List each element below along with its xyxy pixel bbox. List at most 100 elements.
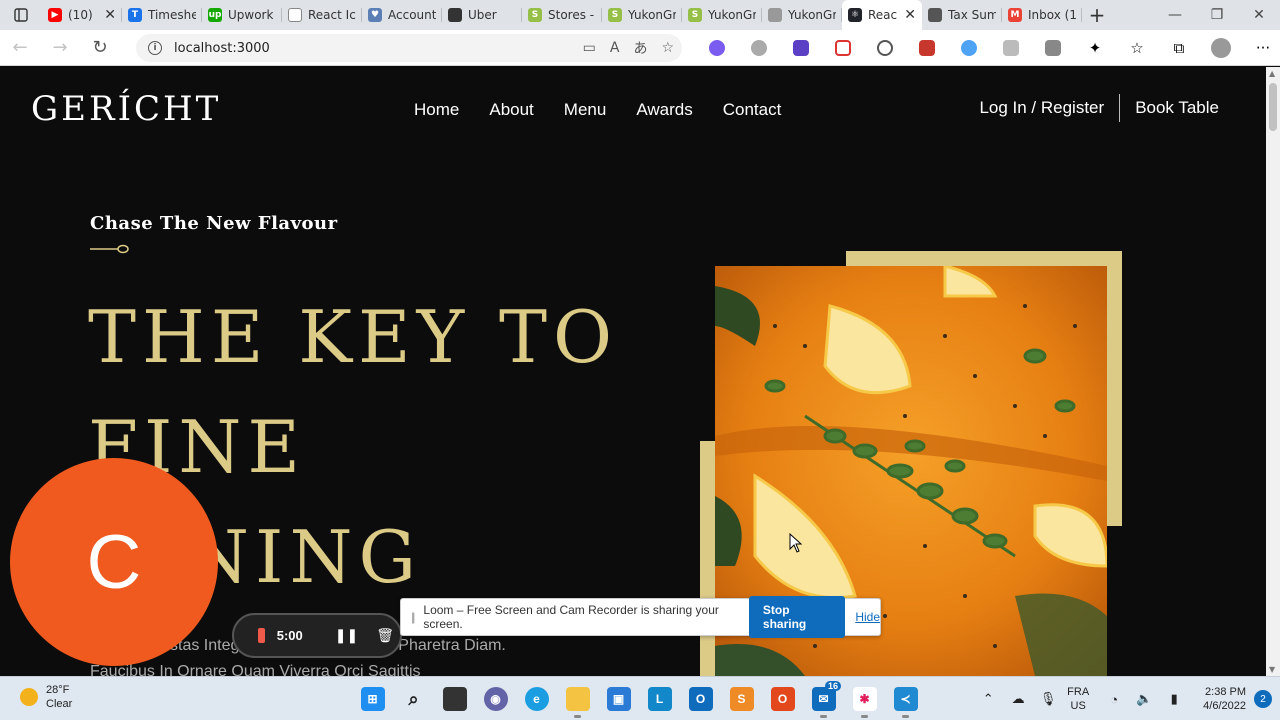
slack-icon[interactable]: ✱ [844, 677, 885, 720]
l-app-icon[interactable]: L [639, 677, 680, 720]
extension-game-icon[interactable] [906, 40, 948, 56]
favorites-icon[interactable]: ☆ [1116, 39, 1158, 57]
browser-tab[interactable]: up Upwork [202, 0, 282, 30]
close-tab-icon[interactable]: ✕ [904, 7, 916, 23]
settings-menu-icon[interactable]: ··· [1242, 39, 1280, 57]
weather-widget[interactable]: 28°F Clear [20, 683, 72, 711]
start-button[interactable]: ⊞ [352, 677, 393, 720]
language-indicator[interactable]: FRA US [1067, 685, 1089, 713]
favorite-star-icon[interactable]: ☆ [661, 40, 674, 56]
hero-subheading: Chase The New Flavour [90, 213, 338, 234]
trash-icon[interactable]: 🗑 [376, 627, 394, 644]
notification-badge[interactable]: 2 [1254, 690, 1272, 708]
extensions-puzzle-icon[interactable]: ✦ [1074, 39, 1116, 57]
clock[interactable]: 2:38 PM 4/6/2022 [1203, 685, 1246, 713]
extension-dots-icon[interactable] [948, 40, 990, 56]
login-register-link[interactable]: Log In / Register [979, 98, 1104, 118]
site-logo[interactable]: GERÍCHT [31, 89, 221, 129]
extension-colorful-icon[interactable] [696, 40, 738, 56]
loom-camera-bubble[interactable]: C [10, 458, 218, 666]
edge-browser-icon[interactable]: e [516, 677, 557, 720]
browser-tab[interactable]: ♥ Account [362, 0, 442, 30]
nav-awards[interactable]: Awards [636, 100, 692, 120]
address-text[interactable]: localhost:3000 [174, 41, 270, 56]
nav-contact[interactable]: Contact [723, 100, 782, 120]
translate-icon[interactable]: あ [633, 38, 647, 58]
drag-handle-icon[interactable]: || [401, 610, 423, 624]
site-info-icon[interactable]: i [148, 41, 162, 55]
collections-icon[interactable]: ⧉ [1158, 39, 1200, 57]
hide-sharing-bar-link[interactable]: Hide [855, 610, 880, 624]
tab-list: ▶ (10) ✕ T Timeshe up Upwork React Ico ♥ Account U… [42, 0, 1082, 30]
teams-chat-icon[interactable]: ◉ [475, 677, 516, 720]
new-tab-button[interactable]: + [1082, 3, 1112, 27]
sublime-icon[interactable]: S [721, 677, 762, 720]
close-tab-icon[interactable]: ✕ [104, 7, 116, 23]
outlook-icon[interactable]: O [680, 677, 721, 720]
refresh-button[interactable]: ↻ [80, 30, 120, 66]
file-explorer-icon[interactable] [557, 677, 598, 720]
vscode-icon[interactable]: ≺ [885, 677, 926, 720]
extension-bird-icon[interactable] [738, 40, 780, 56]
read-aloud-icon[interactable]: A [610, 40, 620, 56]
browser-tab-strip: ▶ (10) ✕ T Timeshe up Upwork React Ico ♥ Account U… [0, 0, 1280, 30]
battery-icon[interactable]: ▮ [1159, 691, 1189, 707]
browser-tab[interactable]: S Stores - S [522, 0, 602, 30]
pause-icon[interactable]: ❚❚ [335, 627, 358, 644]
tab-title: YukonGr [788, 8, 836, 22]
forward-button[interactable]: → [40, 30, 80, 66]
browser-tab[interactable]: ▶ (10) ✕ [42, 0, 122, 30]
nav-menu[interactable]: Menu [564, 100, 607, 120]
restore-button[interactable]: ❐ [1196, 0, 1238, 30]
extension-badge-icon[interactable] [780, 40, 822, 56]
store-icon[interactable]: ▣ [598, 677, 639, 720]
browser-tab[interactable]: S YukonGr [682, 0, 762, 30]
tab-actions-icon[interactable] [0, 0, 42, 30]
search-icon[interactable]: ⌕ [393, 677, 434, 720]
network-cloud-icon[interactable]: ☁ [1003, 691, 1033, 707]
extension-circle-icon[interactable] [864, 40, 906, 56]
chevron-up-icon[interactable]: ⌃ [973, 691, 1003, 707]
scroll-down-icon[interactable]: ▼ [1269, 665, 1275, 674]
address-bar[interactable]: i localhost:3000 ▭ A あ ☆ [136, 34, 682, 62]
extension-bag-icon[interactable] [990, 40, 1032, 56]
profile-avatar-icon[interactable] [1200, 38, 1242, 58]
browser-tab[interactable]: T Timeshe [122, 0, 202, 30]
browser-tab[interactable]: Uber [442, 0, 522, 30]
nav-home[interactable]: Home [414, 100, 459, 120]
microphone-icon[interactable]: 🎙 [1033, 691, 1063, 707]
volume-icon[interactable]: 🔈 [1129, 691, 1159, 707]
site-nav: Home About Menu Awards Contact [414, 100, 781, 120]
extension-red-icon[interactable] [822, 40, 864, 56]
task-view-icon[interactable] [434, 677, 475, 720]
page-scrollbar[interactable]: ▲ ▼ [1266, 67, 1280, 676]
browser-tab[interactable]: YukonGr [762, 0, 842, 30]
windows-taskbar: 28°F Clear ⊞ ⌕ ◉ e ▣ L O S O ✉ 16 ✱ ≺ ⌃ ☁… [0, 676, 1280, 720]
browser-tab[interactable]: S YukonGr [602, 0, 682, 30]
browser-tab[interactable]: React Ico [282, 0, 362, 30]
tab-title: Stores - S [548, 8, 596, 22]
book-table-link[interactable]: Book Table [1135, 98, 1219, 118]
browser-tab[interactable]: Tax Sum [922, 0, 1002, 30]
back-button[interactable]: ← [0, 30, 40, 66]
scrollbar-thumb[interactable] [1269, 83, 1277, 131]
camera-icon[interactable]: ▭ [583, 40, 596, 56]
wifi-icon[interactable]: ◔ [1099, 692, 1129, 707]
close-window-button[interactable]: ✕ [1238, 0, 1280, 30]
tab-title: Uber [468, 8, 497, 22]
hero-text-line: Faucibus In Ornare Quam Viverra Orci Sag… [90, 663, 421, 676]
nav-about[interactable]: About [489, 100, 533, 120]
stop-recording-icon[interactable] [258, 628, 265, 643]
office-icon[interactable]: O [762, 677, 803, 720]
mail-icon[interactable]: ✉ 16 [803, 677, 844, 720]
taskbar-apps: ⊞ ⌕ ◉ e ▣ L O S O ✉ 16 ✱ ≺ [352, 677, 926, 720]
extension-loom-icon[interactable] [1032, 40, 1074, 56]
tab-title: Timeshe [148, 8, 196, 22]
tab-title: Account [388, 8, 436, 22]
browser-tab[interactable]: ⚛ Reac ✕ [842, 0, 922, 30]
browser-tab[interactable]: M Inbox (1 [1002, 0, 1082, 30]
stop-sharing-button[interactable]: Stop sharing [748, 596, 846, 638]
scroll-up-icon[interactable]: ▲ [1269, 69, 1275, 78]
react-icon: ⚛ [848, 8, 862, 22]
minimize-button[interactable]: — [1154, 0, 1196, 30]
